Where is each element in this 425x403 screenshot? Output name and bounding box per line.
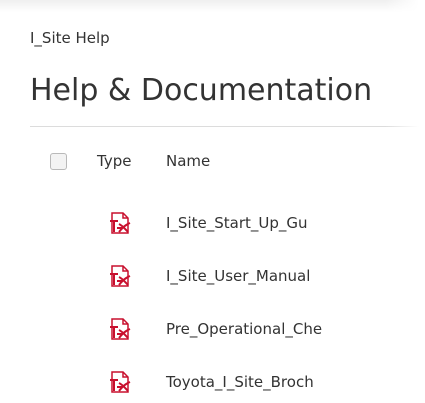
column-header-name[interactable]: Name — [166, 152, 210, 170]
table-row[interactable]: I_Site_Start_Up_Gu — [0, 212, 425, 242]
column-header-type[interactable]: Type — [97, 152, 131, 170]
top-bar — [0, 0, 425, 12]
pdf-icon — [110, 265, 131, 287]
page-title: Help & Documentation — [30, 73, 373, 108]
file-name[interactable]: Toyota_I_Site_Broch — [166, 373, 314, 391]
table-row[interactable]: Pre_Operational_Che — [0, 318, 425, 348]
table-row[interactable]: Toyota_I_Site_Broch — [0, 371, 425, 401]
table-header: Type Name — [0, 150, 425, 180]
breadcrumb[interactable]: I_Site Help — [30, 29, 110, 47]
file-name[interactable]: I_Site_Start_Up_Gu — [166, 214, 308, 232]
title-divider — [30, 126, 425, 127]
pdf-icon — [110, 371, 131, 393]
pdf-icon — [110, 318, 131, 340]
table-row[interactable]: I_Site_User_Manual — [0, 265, 425, 295]
file-name[interactable]: Pre_Operational_Che — [166, 320, 322, 338]
pdf-icon — [110, 212, 131, 234]
select-all-checkbox[interactable] — [50, 153, 67, 170]
file-name[interactable]: I_Site_User_Manual — [166, 267, 310, 285]
